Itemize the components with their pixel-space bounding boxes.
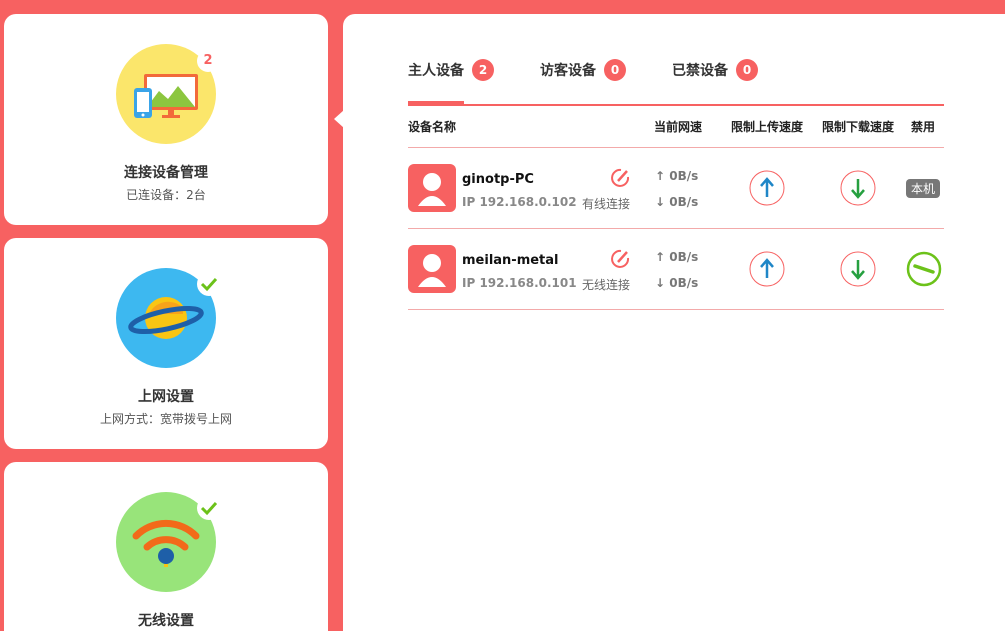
sidebar-card-wireless[interactable]: 无线设置 bbox=[4, 462, 328, 631]
limit-upload-button[interactable] bbox=[749, 170, 785, 206]
sidebar-card-devices[interactable]: 2 连接设备管理 已连设备：2台 bbox=[4, 14, 328, 225]
col-device-name: 设备名称 bbox=[408, 120, 457, 134]
devices-count-badge: 2 bbox=[197, 50, 219, 72]
tab-divider bbox=[408, 104, 944, 106]
device-panel: 主人设备 2 访客设备 0 已禁设备 0 设备名称 当前网速 限制上传速度 限制… bbox=[343, 14, 1005, 631]
limit-download-button[interactable] bbox=[840, 251, 876, 287]
limit-download-button[interactable] bbox=[840, 170, 876, 206]
col-current-speed: 当前网速 bbox=[654, 120, 703, 134]
tab-label: 主人设备 bbox=[408, 63, 464, 79]
tab-label: 访客设备 bbox=[540, 63, 596, 79]
user-avatar-icon bbox=[408, 245, 456, 293]
table-row: ginotp-PC IP 192.168.0.102 有线连接 ↑ 0B/s ↓… bbox=[408, 148, 944, 228]
device-name: meilan-metal bbox=[462, 253, 559, 268]
edit-icon[interactable] bbox=[608, 166, 632, 190]
connection-type: 无线连接 bbox=[582, 278, 631, 292]
edit-icon[interactable] bbox=[608, 247, 632, 271]
wireless-card-title: 无线设置 bbox=[138, 613, 194, 629]
upload-speed-value: 0B/s bbox=[669, 250, 699, 264]
check-icon bbox=[197, 272, 221, 296]
internet-card-subtitle: 上网方式：宽带拨号上网 bbox=[99, 412, 232, 426]
upload-speed: ↑ 0B/s bbox=[655, 250, 699, 264]
download-speed: ↓ 0B/s bbox=[655, 195, 699, 209]
table-row: meilan-metal IP 192.168.0.101 无线连接 ↑ 0B/… bbox=[408, 229, 944, 309]
download-speed-value: 0B/s bbox=[669, 276, 699, 290]
tab-host-devices[interactable]: 主人设备 2 bbox=[408, 58, 494, 82]
device-name: ginotp-PC bbox=[462, 172, 534, 187]
tab-count-badge: 0 bbox=[736, 59, 758, 81]
tab-count-badge: 2 bbox=[472, 59, 494, 81]
tab-count-badge: 0 bbox=[604, 59, 626, 81]
tab-guest-devices[interactable]: 访客设备 0 bbox=[540, 58, 626, 82]
user-avatar-icon bbox=[408, 164, 456, 212]
check-icon bbox=[197, 496, 221, 520]
upload-speed: ↑ 0B/s bbox=[655, 169, 699, 183]
internet-card-title: 上网设置 bbox=[138, 389, 194, 405]
devices-card-subtitle: 已连设备：2台 bbox=[126, 188, 206, 202]
col-download-limit: 限制下载速度 bbox=[822, 120, 895, 134]
tab-label: 已禁设备 bbox=[672, 63, 728, 79]
limit-upload-button[interactable] bbox=[749, 251, 785, 287]
download-speed-value: 0B/s bbox=[669, 195, 699, 209]
tab-blocked-devices[interactable]: 已禁设备 0 bbox=[672, 58, 758, 82]
connection-type: 有线连接 bbox=[582, 197, 631, 211]
local-device-badge: 本机 bbox=[906, 179, 941, 198]
active-tab-indicator bbox=[408, 101, 464, 105]
devices-card-title: 连接设备管理 bbox=[124, 165, 208, 181]
col-upload-limit: 限制上传速度 bbox=[731, 120, 804, 134]
upload-speed-value: 0B/s bbox=[669, 169, 699, 183]
device-tabs: 主人设备 2 访客设备 0 已禁设备 0 bbox=[408, 58, 944, 106]
ban-device-button[interactable] bbox=[906, 251, 942, 287]
sidebar-card-internet[interactable]: 上网设置 上网方式：宽带拨号上网 bbox=[4, 238, 328, 449]
divider bbox=[408, 309, 944, 310]
download-speed: ↓ 0B/s bbox=[655, 276, 699, 290]
col-ban: 禁用 bbox=[911, 120, 936, 134]
device-ip: IP 192.168.0.102 bbox=[462, 195, 577, 209]
device-ip: IP 192.168.0.101 bbox=[462, 276, 577, 290]
